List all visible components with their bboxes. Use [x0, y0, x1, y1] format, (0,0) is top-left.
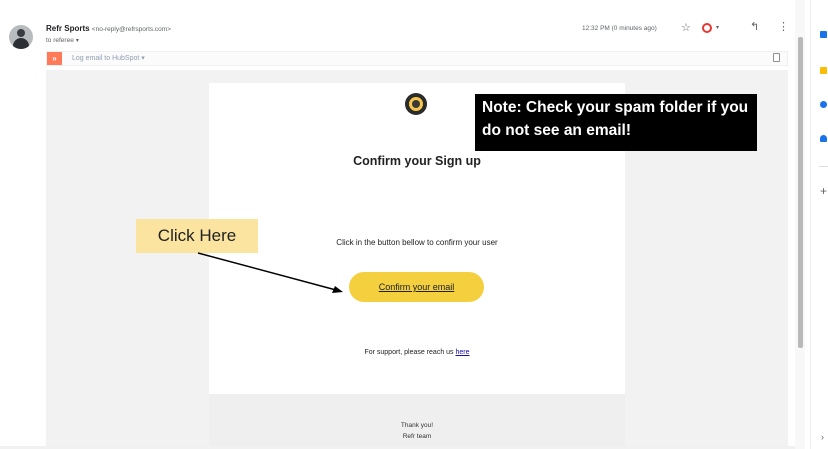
calendar-icon[interactable] — [820, 31, 827, 38]
arrow-head — [332, 286, 343, 293]
keep-icon[interactable] — [820, 67, 827, 74]
add-addon-icon[interactable]: + — [820, 184, 827, 198]
expand-panel-icon[interactable]: › — [821, 432, 824, 442]
side-panel: + › — [810, 0, 828, 449]
arrow-line — [197, 252, 337, 291]
email-view: Refr Sports <no-reply@refrsports.com> to… — [0, 0, 828, 449]
side-panel-divider — [819, 166, 828, 167]
contacts-icon[interactable] — [820, 135, 827, 142]
callout-arrow — [197, 252, 343, 293]
tasks-icon[interactable] — [820, 101, 827, 108]
scrollbar-thumb[interactable] — [798, 37, 803, 348]
